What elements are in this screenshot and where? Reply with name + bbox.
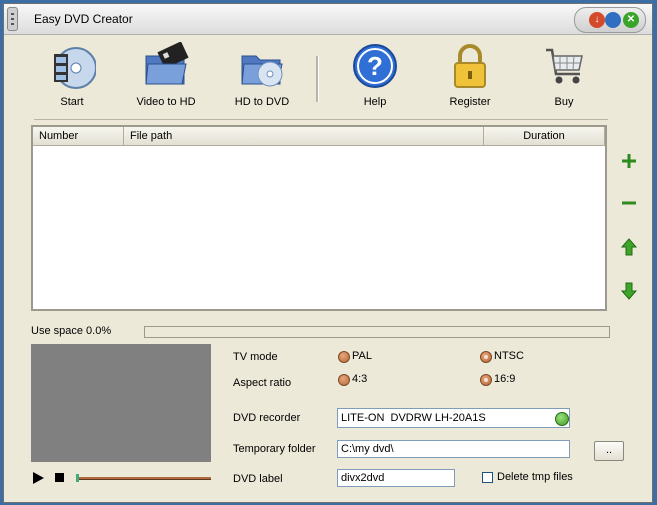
minimize-icon[interactable]: ↓ <box>589 12 605 28</box>
move-down-button[interactable] <box>618 280 640 302</box>
buy-label: Buy <box>554 96 574 108</box>
use-space-label: Use space 0.0% <box>31 325 112 337</box>
svg-text:?: ? <box>367 51 383 81</box>
film-disc-icon <box>54 47 96 89</box>
file-list-header: Number File path Duration <box>33 127 605 146</box>
dvd-recorder-select[interactable]: LITE-ON DVDRW LH-20A1S <box>337 408 570 428</box>
radio-16-9[interactable] <box>480 374 492 386</box>
register-button[interactable]: Register <box>432 42 508 108</box>
help-icon: ? <box>353 44 397 88</box>
seek-bar[interactable] <box>77 477 211 480</box>
browse-button[interactable]: .. <box>594 441 624 461</box>
dvd-label-input[interactable]: divx2dvd <box>337 469 455 487</box>
use-space-progress <box>144 326 610 338</box>
close-icon[interactable]: ✕ <box>623 12 639 28</box>
radio-16-9-label: 16:9 <box>494 373 516 385</box>
start-button[interactable]: Start <box>34 42 110 108</box>
temp-folder-input[interactable]: C:\my dvd\ <box>337 440 570 458</box>
radio-pal-label: PAL <box>352 350 372 362</box>
video-folder-icon <box>145 42 189 85</box>
stop-icon[interactable] <box>55 473 64 482</box>
help-label: Help <box>363 96 387 108</box>
add-icon <box>622 154 636 168</box>
tv-mode-label: TV mode <box>233 351 278 363</box>
title-bar[interactable]: Easy DVD Creator ↓ ✕ <box>4 4 652 35</box>
toolbar-separator <box>316 56 319 102</box>
move-down-icon <box>620 282 638 300</box>
column-file-path[interactable]: File path <box>124 127 484 145</box>
toolbar-divider <box>34 119 608 120</box>
dvd-label-label: DVD label <box>233 473 283 485</box>
temp-folder-label: Temporary folder <box>233 443 316 455</box>
buy-button[interactable]: Buy <box>526 42 602 108</box>
play-icon[interactable] <box>33 472 44 484</box>
video-to-hd-label: Video to HD <box>136 96 196 108</box>
lock-icon <box>454 44 486 88</box>
window-grip[interactable] <box>7 7 18 31</box>
window-title: Easy DVD Creator <box>34 12 133 26</box>
radio-ntsc-label: NTSC <box>494 350 524 362</box>
remove-file-button[interactable] <box>618 192 640 214</box>
aspect-ratio-label: Aspect ratio <box>233 377 292 389</box>
move-up-icon <box>620 238 638 256</box>
window-controls: ↓ ✕ <box>574 7 646 33</box>
radio-4-3[interactable] <box>338 374 350 386</box>
dvd-recorder-label: DVD recorder <box>233 412 301 424</box>
radio-pal[interactable] <box>338 351 350 363</box>
video-preview <box>31 344 211 462</box>
delete-tmp-label: Delete tmp files <box>497 471 573 483</box>
remove-icon <box>622 201 636 205</box>
file-list[interactable]: Number File path Duration <box>31 125 607 311</box>
radio-ntsc[interactable] <box>480 351 492 363</box>
hd-to-dvd-label: HD to DVD <box>234 96 290 108</box>
maximize-icon[interactable] <box>605 12 621 28</box>
main-window: Easy DVD Creator ↓ ✕ Start Video to HD H… <box>3 3 653 503</box>
move-up-button[interactable] <box>618 236 640 258</box>
playback-controls <box>31 470 213 486</box>
delete-tmp-checkbox[interactable] <box>482 472 493 483</box>
column-number[interactable]: Number <box>33 127 124 145</box>
add-file-button[interactable] <box>618 150 640 172</box>
register-label: Register <box>449 96 491 108</box>
cart-icon <box>546 48 583 84</box>
column-duration[interactable]: Duration <box>484 127 605 145</box>
help-button[interactable]: ? Help <box>337 42 413 108</box>
toolbar: Start Video to HD HD to DVD ? Help Regis… <box>34 42 614 114</box>
disc-folder-icon <box>241 55 283 87</box>
chevron-down-icon[interactable] <box>555 412 569 426</box>
start-label: Start <box>60 96 84 108</box>
seek-thumb[interactable] <box>76 474 79 482</box>
video-to-hd-button[interactable]: Video to HD <box>128 42 204 108</box>
hd-to-dvd-button[interactable]: HD to DVD <box>224 42 300 108</box>
radio-4-3-label: 4:3 <box>352 373 368 385</box>
